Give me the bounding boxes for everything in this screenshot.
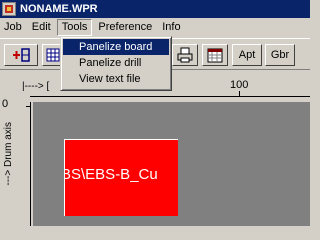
- menu-item-panelize-drill[interactable]: Panelize drill: [63, 55, 169, 71]
- menu-job[interactable]: Job: [0, 19, 26, 36]
- menu-bar: Job Edit Tools Preference Info: [0, 18, 310, 37]
- ruler-tick-label: 100: [230, 79, 249, 91]
- vertical-ruler-tick: [26, 106, 31, 107]
- print-button[interactable]: [172, 44, 198, 66]
- gbr-button[interactable]: Gbr: [265, 44, 295, 66]
- ruler-axis-label: |----> [: [22, 81, 50, 92]
- app-icon[interactable]: [2, 2, 16, 16]
- board-layer[interactable]: BS\EBS-B_Cu: [64, 139, 178, 216]
- calendar-icon: [207, 48, 223, 63]
- window-title: NONAME.WPR: [20, 3, 98, 15]
- vertical-ruler-line: [30, 102, 31, 226]
- tools-dropdown-menu: Panelize board Panelize drill View text …: [60, 36, 172, 91]
- printer-icon: [177, 47, 193, 63]
- panel-add-icon: [13, 48, 30, 62]
- board-layer-label: BS\EBS-B_Cu: [64, 166, 158, 183]
- menu-edit[interactable]: Edit: [28, 19, 55, 36]
- menu-item-panelize-board[interactable]: Panelize board: [63, 39, 169, 55]
- menu-info[interactable]: Info: [158, 19, 184, 36]
- vertical-ruler-zero: 0: [2, 98, 9, 110]
- calendar-button[interactable]: [202, 44, 228, 66]
- panel-add-button[interactable]: [4, 44, 38, 66]
- menu-tools[interactable]: Tools: [56, 19, 93, 36]
- drum-axis-label: ---> Drum axis: [3, 122, 14, 186]
- apt-button[interactable]: Apt: [232, 44, 262, 66]
- title-bar: NONAME.WPR: [0, 0, 310, 18]
- menu-item-view-text-file[interactable]: View text file: [63, 71, 169, 87]
- panel-canvas[interactable]: BS\EBS-B_Cu: [33, 102, 310, 226]
- ruler-baseline: [30, 96, 310, 97]
- grid-icon: [46, 48, 60, 62]
- vertical-ruler: 0 ---> Drum axis: [0, 98, 33, 226]
- menu-preference[interactable]: Preference: [94, 19, 156, 36]
- ruler-tick: [239, 91, 240, 97]
